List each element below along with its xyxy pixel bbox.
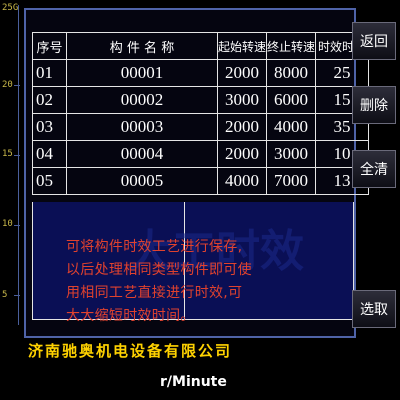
note-line: 用相同工艺直接进行时效,可 bbox=[66, 285, 243, 301]
y-tick-label: 5 bbox=[2, 290, 8, 300]
table-row[interactable]: 03 00003 2000 4000 35 bbox=[32, 113, 370, 141]
cell-end-speed: 7000 bbox=[266, 167, 317, 195]
y-tick-mark bbox=[14, 225, 20, 226]
company-name: 济南驰奥机电设备有限公司 bbox=[28, 342, 233, 360]
cell-start-speed: 2000 bbox=[216, 59, 268, 87]
note-line: 可将构件时效工艺进行保存, bbox=[66, 239, 243, 255]
table-row[interactable]: 01 00001 2000 8000 25 bbox=[32, 59, 370, 87]
header-start-speed: 起始转速 bbox=[216, 32, 268, 60]
y-tick-mark bbox=[14, 155, 20, 156]
table-row[interactable]: 04 00004 2000 3000 10 bbox=[32, 140, 370, 168]
cell-part-name: 00002 bbox=[66, 86, 218, 114]
cell-part-name: 00004 bbox=[66, 140, 218, 168]
cell-end-speed: 4000 bbox=[266, 113, 317, 141]
note-line: 大大缩短时效时间。 bbox=[66, 308, 195, 324]
y-tick-mark bbox=[14, 85, 20, 86]
select-button[interactable]: 选取 bbox=[352, 290, 396, 328]
note-line: 以后处理相同类型构件即可使 bbox=[66, 262, 252, 278]
y-tick-label: 15 bbox=[2, 149, 13, 159]
cell-start-speed: 2000 bbox=[216, 140, 268, 168]
clear-all-button[interactable]: 全清 bbox=[352, 150, 396, 188]
cell-end-speed: 6000 bbox=[266, 86, 317, 114]
cell-index: 04 bbox=[32, 140, 67, 168]
y-axis-line bbox=[18, 5, 19, 325]
cell-part-name: 00005 bbox=[66, 167, 218, 195]
table-row[interactable]: 02 00002 3000 6000 15 bbox=[32, 86, 370, 114]
back-button[interactable]: 返回 bbox=[352, 22, 396, 60]
header-end-speed: 终止转速 bbox=[266, 32, 317, 60]
process-table: 序号 构 件 名 称 起始转速 终止转速 时效时间 01 00001 2000 … bbox=[32, 32, 370, 195]
cell-aging-time: 25 bbox=[315, 59, 370, 87]
table-header-row: 序号 构 件 名 称 起始转速 终止转速 时效时间 bbox=[32, 32, 370, 60]
table-row[interactable]: 05 00005 4000 7000 13 bbox=[32, 167, 370, 195]
cell-part-name: 00001 bbox=[66, 59, 218, 87]
cell-start-speed: 3000 bbox=[216, 86, 268, 114]
cell-start-speed: 2000 bbox=[216, 113, 268, 141]
y-tick-label: 10 bbox=[2, 219, 13, 229]
y-tick-label: 20 bbox=[2, 80, 13, 90]
info-note: 可将构件时效工艺进行保存, 以后处理相同类型构件即可使 用相同工艺直接进行时效,… bbox=[66, 236, 306, 328]
delete-button[interactable]: 删除 bbox=[352, 86, 396, 124]
y-tick-mark bbox=[14, 295, 20, 296]
header-part-name: 构 件 名 称 bbox=[66, 32, 218, 60]
screen: 25G 20 15 10 5 序号 构 件 名 称 起始转速 终止转速 时效时间… bbox=[0, 0, 400, 400]
cell-start-speed: 4000 bbox=[216, 167, 268, 195]
x-axis-unit: r/Minute bbox=[160, 374, 227, 390]
y-tick-label: 25G bbox=[2, 3, 19, 13]
cell-end-speed: 8000 bbox=[266, 59, 317, 87]
cell-index: 03 bbox=[32, 113, 67, 141]
cell-index: 02 bbox=[32, 86, 67, 114]
cell-index: 01 bbox=[32, 59, 67, 87]
header-index: 序号 bbox=[32, 32, 67, 60]
cell-index: 05 bbox=[32, 167, 67, 195]
cell-end-speed: 3000 bbox=[266, 140, 317, 168]
cell-part-name: 00003 bbox=[66, 113, 218, 141]
